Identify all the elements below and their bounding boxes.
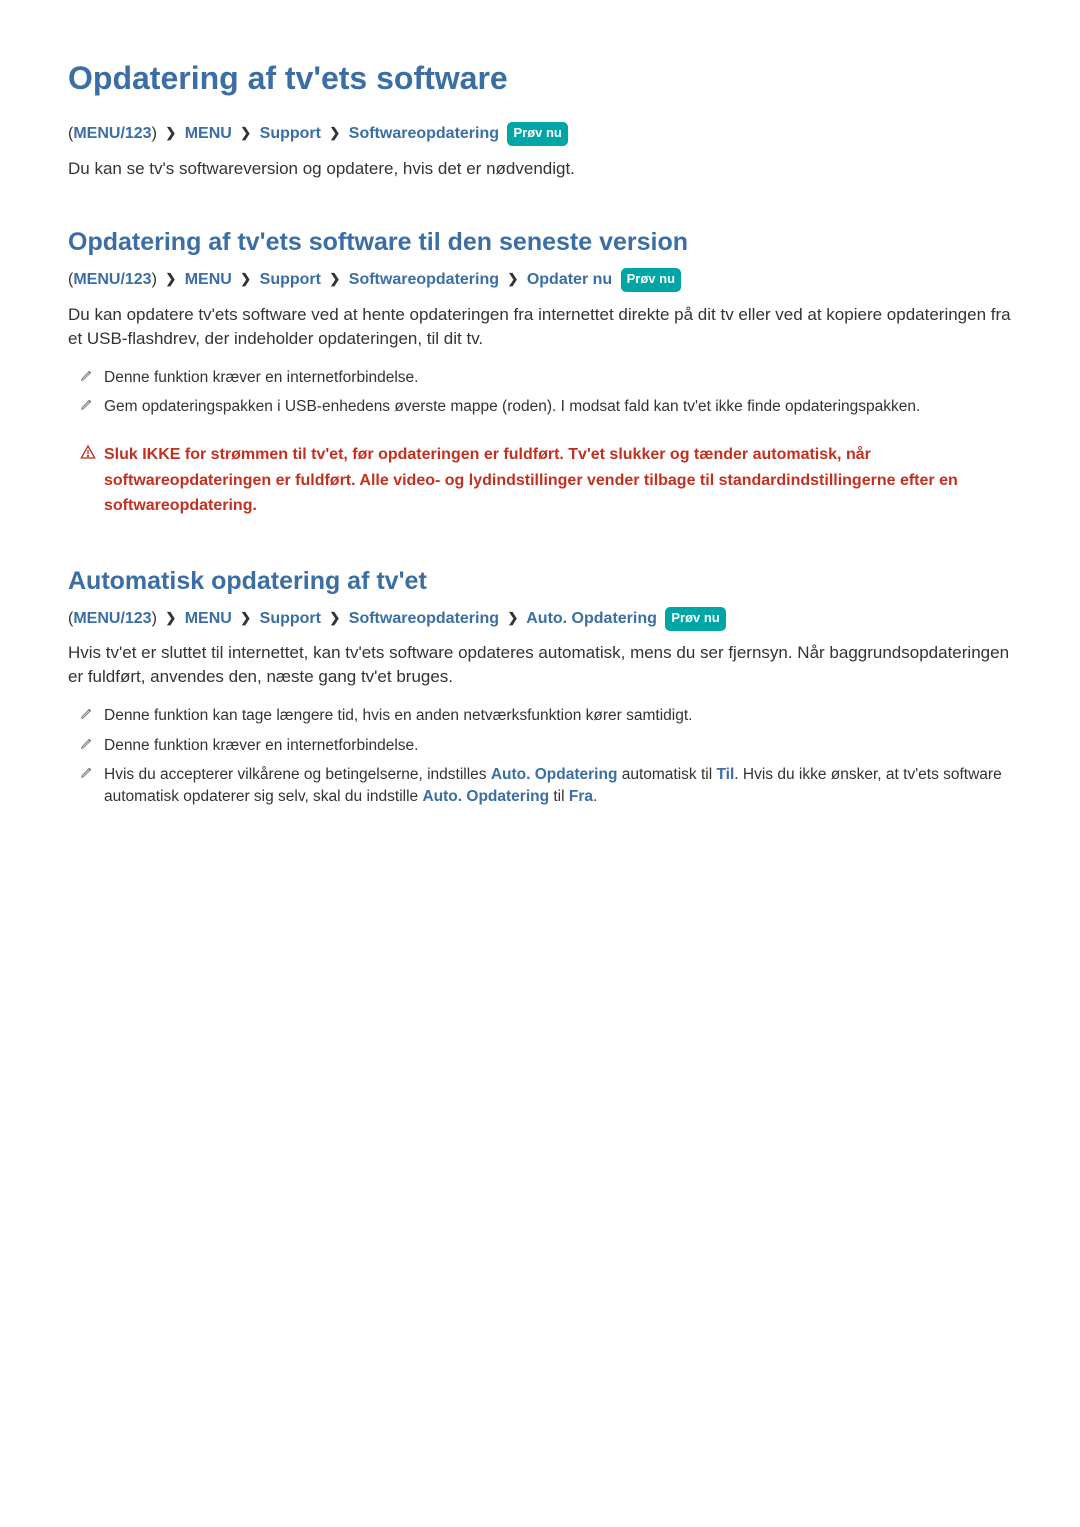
note3-off: Fra bbox=[569, 788, 593, 805]
note3-frag: Hvis du accepterer vilkårene og betingel… bbox=[104, 766, 491, 783]
crumb-support: Support bbox=[260, 271, 321, 288]
note-text: Denne funktion kan tage længere tid, hvi… bbox=[104, 705, 1012, 727]
section2-body: Du kan opdatere tv'ets software ved at h… bbox=[68, 303, 1012, 351]
note-row: Denne funktion kan tage længere tid, hvi… bbox=[68, 705, 1012, 727]
section3-body: Hvis tv'et er sluttet til internettet, k… bbox=[68, 641, 1012, 689]
note3-frag: automatisk til bbox=[617, 766, 716, 783]
crumb-menu123: MENU/123 bbox=[73, 271, 151, 288]
chevron-right-icon: ❯ bbox=[329, 123, 340, 144]
warning-text: Sluk IKKE for strømmen til tv'et, før op… bbox=[104, 442, 1012, 519]
warning-row: Sluk IKKE for strømmen til tv'et, før op… bbox=[68, 442, 1012, 519]
paren-close: ) bbox=[152, 271, 157, 288]
crumb-support: Support bbox=[260, 610, 321, 627]
chevron-right-icon: ❯ bbox=[329, 608, 340, 629]
note-text: Gem opdateringspakken i USB-enhedens øve… bbox=[104, 396, 1012, 418]
note-text: Denne funktion kræver en internetforbind… bbox=[104, 735, 1012, 757]
page-title: Opdatering af tv'ets software bbox=[68, 60, 1012, 97]
note3-frag: til bbox=[549, 788, 569, 805]
note3-auto-update: Auto. Opdatering bbox=[491, 766, 618, 783]
crumb-menu: MENU bbox=[185, 125, 232, 142]
note-row: Gem opdateringspakken i USB-enhedens øve… bbox=[68, 396, 1012, 418]
note-text: Hvis du accepterer vilkårene og betingel… bbox=[104, 764, 1012, 807]
chevron-right-icon: ❯ bbox=[165, 123, 176, 144]
crumb-menu: MENU bbox=[185, 271, 232, 288]
note-text: Denne funktion kræver en internetforbind… bbox=[104, 367, 1012, 389]
crumb-menu: MENU bbox=[185, 610, 232, 627]
pencil-icon bbox=[80, 765, 104, 779]
warning-triangle-icon bbox=[80, 444, 104, 460]
chevron-right-icon: ❯ bbox=[329, 269, 340, 290]
try-now-badge[interactable]: Prøv nu bbox=[665, 607, 725, 631]
try-now-badge[interactable]: Prøv nu bbox=[507, 122, 567, 146]
chevron-right-icon: ❯ bbox=[165, 608, 176, 629]
section1-body: Du kan se tv's softwareversion og opdate… bbox=[68, 157, 1012, 181]
try-now-badge[interactable]: Prøv nu bbox=[621, 268, 681, 292]
note-row: Hvis du accepterer vilkårene og betingel… bbox=[68, 764, 1012, 807]
crumb-support: Support bbox=[260, 125, 321, 142]
crumb-swupdate: Softwareopdatering bbox=[349, 271, 499, 288]
note-row: Denne funktion kræver en internetforbind… bbox=[68, 367, 1012, 389]
chevron-right-icon: ❯ bbox=[240, 608, 251, 629]
note3-on: Til bbox=[716, 766, 734, 783]
crumb-update-now: Opdater nu bbox=[527, 271, 612, 288]
crumb-menu123: MENU/123 bbox=[73, 610, 151, 627]
breadcrumb-software-update: (MENU/123) ❯ MENU ❯ Support ❯ Softwareop… bbox=[68, 121, 1012, 147]
breadcrumb-auto-update: (MENU/123) ❯ MENU ❯ Support ❯ Softwareop… bbox=[68, 606, 1012, 632]
chevron-right-icon: ❯ bbox=[165, 269, 176, 290]
pencil-icon bbox=[80, 736, 104, 750]
paren-close: ) bbox=[152, 610, 157, 627]
crumb-menu123: MENU/123 bbox=[73, 125, 151, 142]
paren-close: ) bbox=[152, 125, 157, 142]
section3-title: Automatisk opdatering af tv'et bbox=[68, 567, 1012, 596]
chevron-right-icon: ❯ bbox=[240, 123, 251, 144]
crumb-auto-update: Auto. Opdatering bbox=[526, 610, 657, 627]
pencil-icon bbox=[80, 397, 104, 411]
breadcrumb-update-now: (MENU/123) ❯ MENU ❯ Support ❯ Softwareop… bbox=[68, 267, 1012, 293]
chevron-right-icon: ❯ bbox=[240, 269, 251, 290]
pencil-icon bbox=[80, 368, 104, 382]
crumb-swupdate: Softwareopdatering bbox=[349, 610, 499, 627]
section2-title: Opdatering af tv'ets software til den se… bbox=[68, 228, 1012, 257]
note3-frag: . bbox=[593, 788, 597, 805]
chevron-right-icon: ❯ bbox=[507, 269, 518, 290]
crumb-swupdate: Softwareopdatering bbox=[349, 125, 499, 142]
note-row: Denne funktion kræver en internetforbind… bbox=[68, 735, 1012, 757]
pencil-icon bbox=[80, 706, 104, 720]
note3-auto-update: Auto. Opdatering bbox=[422, 788, 549, 805]
chevron-right-icon: ❯ bbox=[507, 608, 518, 629]
